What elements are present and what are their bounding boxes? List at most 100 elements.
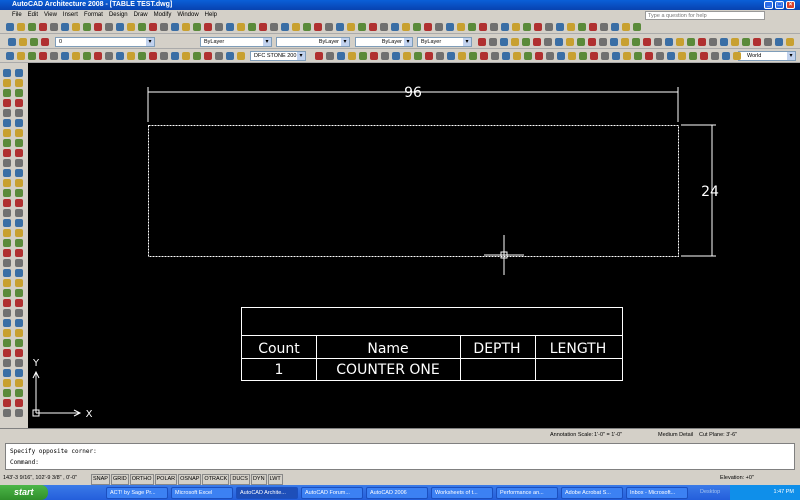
toolbar-tool-icon[interactable] — [656, 52, 664, 60]
toolbar-tool-icon[interactable] — [579, 52, 587, 60]
counter-rectangle[interactable] — [148, 125, 679, 257]
toolbar-tool-icon[interactable] — [621, 38, 629, 46]
toolbar-tool-icon[interactable] — [425, 52, 433, 60]
toolbar-tool-icon[interactable] — [215, 52, 223, 60]
toolbar-tool-icon[interactable] — [226, 23, 234, 31]
taskbar-button[interactable]: Inbox - Microsoft... — [626, 486, 688, 499]
toolbar-tool-icon[interactable] — [72, 52, 80, 60]
toolbar-tool-icon[interactable] — [127, 23, 135, 31]
draw-tool-icon[interactable] — [15, 379, 23, 387]
toolbar-tool-icon[interactable] — [458, 52, 466, 60]
toolbar-tool-icon[interactable] — [6, 23, 14, 31]
menu-draw[interactable]: Draw — [134, 10, 148, 20]
toolbar-tool-icon[interactable] — [370, 52, 378, 60]
toolbar-tool-icon[interactable] — [786, 38, 794, 46]
toolbar-tool-icon[interactable] — [698, 38, 706, 46]
toolbar-tool-icon[interactable] — [742, 38, 750, 46]
toolbar-tool-icon[interactable] — [436, 52, 444, 60]
draw-tool-icon[interactable] — [15, 89, 23, 97]
draw-tool-icon[interactable] — [3, 209, 11, 217]
toggle-grid[interactable]: GRID — [110, 474, 129, 485]
draw-tool-icon[interactable] — [3, 389, 11, 397]
draw-tool-icon[interactable] — [15, 329, 23, 337]
menu-format[interactable]: Format — [84, 10, 103, 20]
toolbar-tool-icon[interactable] — [731, 38, 739, 46]
toolbar-tool-icon[interactable] — [722, 52, 730, 60]
toolbar-tool-icon[interactable] — [654, 38, 662, 46]
toolbar-tool-icon[interactable] — [567, 23, 575, 31]
toolbar-tool-icon[interactable] — [41, 38, 49, 46]
toolbar-tool-icon[interactable] — [105, 23, 113, 31]
draw-tool-icon[interactable] — [15, 119, 23, 127]
lineweight-dropdown[interactable]: ByLayer — [355, 37, 413, 47]
draw-tool-icon[interactable] — [15, 99, 23, 107]
toolbar-tool-icon[interactable] — [83, 23, 91, 31]
draw-tool-icon[interactable] — [3, 109, 11, 117]
ucs-dropdown[interactable]: World — [738, 51, 796, 61]
toolbar-tool-icon[interactable] — [61, 52, 69, 60]
toggle-dyn[interactable]: DYN — [250, 474, 267, 485]
toolbar-tool-icon[interactable] — [665, 38, 673, 46]
draw-tool-icon[interactable] — [15, 289, 23, 297]
toolbar-tool-icon[interactable] — [116, 23, 124, 31]
toolbar-tool-icon[interactable] — [424, 23, 432, 31]
draw-tool-icon[interactable] — [3, 379, 11, 387]
draw-tool-icon[interactable] — [15, 279, 23, 287]
toolbar-tool-icon[interactable] — [72, 23, 80, 31]
draw-tool-icon[interactable] — [3, 149, 11, 157]
draw-tool-icon[interactable] — [15, 359, 23, 367]
toolbar-tool-icon[interactable] — [479, 23, 487, 31]
draw-tool-icon[interactable] — [15, 129, 23, 137]
draw-tool-icon[interactable] — [15, 369, 23, 377]
toolbar-tool-icon[interactable] — [469, 52, 477, 60]
toolbar-tool-icon[interactable] — [127, 52, 135, 60]
toggle-osnap[interactable]: OSNAP — [178, 474, 202, 485]
taskbar-button[interactable]: Microsoft Excel — [171, 486, 233, 499]
draw-tool-icon[interactable] — [3, 409, 11, 417]
toolbar-tool-icon[interactable] — [303, 23, 311, 31]
draw-tool-icon[interactable] — [3, 269, 11, 277]
toolbar-tool-icon[interactable] — [149, 52, 157, 60]
toolbar-tool-icon[interactable] — [447, 52, 455, 60]
toolbar-tool-icon[interactable] — [380, 23, 388, 31]
draw-tool-icon[interactable] — [15, 269, 23, 277]
toolbar-tool-icon[interactable] — [204, 52, 212, 60]
menu-insert[interactable]: Insert — [63, 10, 78, 20]
toolbar-tool-icon[interactable] — [513, 52, 521, 60]
draw-tool-icon[interactable] — [15, 79, 23, 87]
toolbar-tool-icon[interactable] — [478, 38, 486, 46]
toolbar-tool-icon[interactable] — [204, 23, 212, 31]
toggle-otrack[interactable]: OTRACK — [202, 474, 230, 485]
taskbar-button[interactable]: ACT! by Sage Pr... — [106, 486, 168, 499]
toolbar-tool-icon[interactable] — [149, 23, 157, 31]
toolbar-tool-icon[interactable] — [535, 52, 543, 60]
command-prompt[interactable]: Command: — [10, 457, 790, 468]
draw-tool-icon[interactable] — [3, 339, 11, 347]
toggle-snap[interactable]: SNAP — [91, 474, 110, 485]
dimstyle-dropdown[interactable]: DFC STONE 200 — [250, 51, 306, 61]
annotation-scale-dropdown[interactable]: 1'-0" = 1'-0" — [594, 429, 622, 441]
draw-tool-icon[interactable] — [3, 399, 11, 407]
toolbar-tool-icon[interactable] — [468, 23, 476, 31]
toolbar-tool-icon[interactable] — [314, 23, 322, 31]
draw-tool-icon[interactable] — [15, 239, 23, 247]
draw-tool-icon[interactable] — [3, 129, 11, 137]
toolbar-tool-icon[interactable] — [315, 52, 323, 60]
desktop-toolbar-label[interactable]: Desktop — [700, 485, 720, 500]
taskbar-button[interactable]: AutoCAD Forum... — [301, 486, 363, 499]
toolbar-tool-icon[interactable] — [633, 23, 641, 31]
toolbar-tool-icon[interactable] — [182, 52, 190, 60]
toolbar-tool-icon[interactable] — [226, 52, 234, 60]
toolbar-tool-icon[interactable] — [775, 38, 783, 46]
draw-tool-icon[interactable] — [3, 319, 11, 327]
menu-modify[interactable]: Modify — [154, 10, 172, 20]
draw-tool-icon[interactable] — [15, 149, 23, 157]
toolbar-tool-icon[interactable] — [599, 38, 607, 46]
toolbar-tool-icon[interactable] — [281, 23, 289, 31]
toolbar-tool-icon[interactable] — [700, 52, 708, 60]
draw-tool-icon[interactable] — [15, 409, 23, 417]
toolbar-tool-icon[interactable] — [326, 52, 334, 60]
toolbar-tool-icon[interactable] — [632, 38, 640, 46]
menu-file[interactable]: File — [12, 10, 22, 20]
toolbar-tool-icon[interactable] — [457, 23, 465, 31]
